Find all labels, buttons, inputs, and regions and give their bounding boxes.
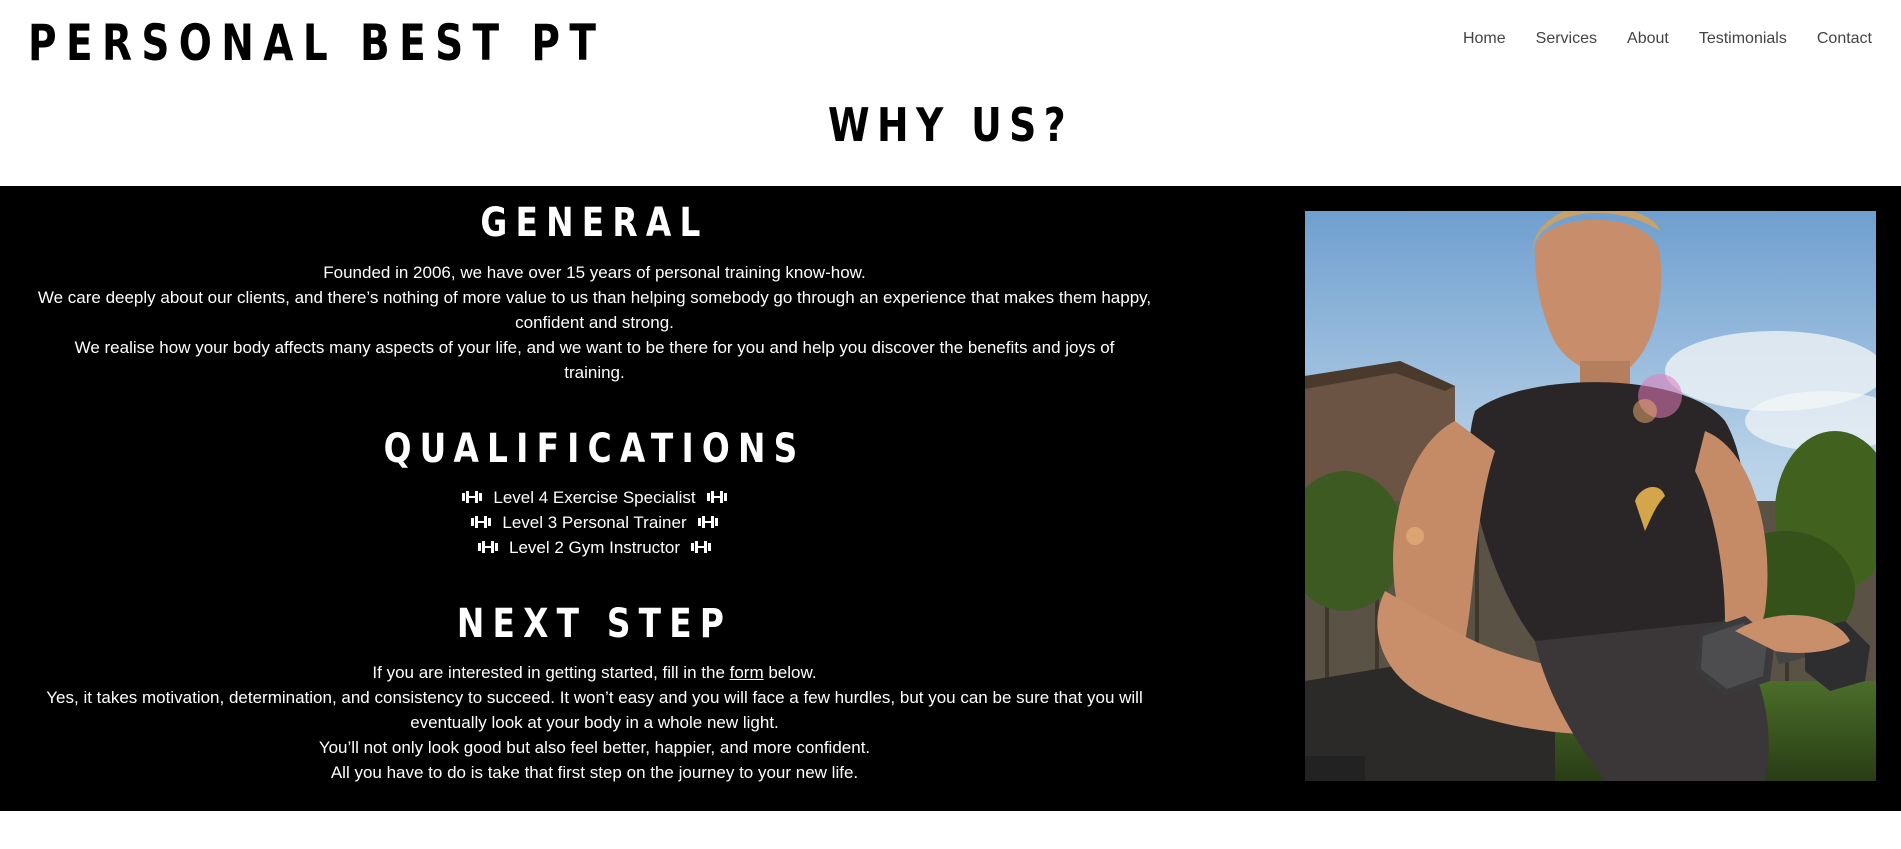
list-item: Level 4 Exercise Specialist (0, 485, 1189, 510)
site-header: PERSONAL BEST PT Home Services About Tes… (0, 0, 1901, 90)
qualifications-list: Level 4 Exercise Specialist Level 3 Pers… (0, 485, 1189, 560)
page-title: WHY US? (828, 98, 1073, 152)
nav-item-testimonials[interactable]: Testimonials (1699, 30, 1787, 48)
dumbbell-icon (706, 491, 727, 503)
dumbbell-icon (471, 516, 492, 528)
list-item: Level 2 Gym Instructor (0, 535, 1189, 560)
next-step-line: All you have to do is take that first st… (330, 763, 859, 782)
trainer-image (1305, 211, 1876, 781)
general-line: We realise how your body affects many as… (74, 338, 1115, 382)
site-logo[interactable]: PERSONAL BEST PT (28, 14, 605, 72)
general-line: Founded in 2006, we have over 15 years o… (323, 263, 866, 282)
dumbbell-icon (462, 491, 483, 503)
general-body: Founded in 2006, we have over 15 years o… (20, 260, 1169, 385)
qualification-label: Level 4 Exercise Specialist (493, 488, 696, 507)
next-step-body: If you are interested in getting started… (15, 660, 1174, 785)
nav-item-about[interactable]: About (1627, 30, 1669, 48)
next-step-line: Yes, it takes motivation, determination,… (46, 688, 1143, 732)
general-heading: GENERAL (480, 200, 709, 246)
main-nav: Home Services About Testimonials Contact (1463, 30, 1872, 48)
nav-item-contact[interactable]: Contact (1817, 30, 1872, 48)
qualifications-heading: QUALIFICATIONS (383, 426, 806, 472)
next-step-heading: NEXT STEP (456, 601, 733, 647)
nav-item-home[interactable]: Home (1463, 30, 1506, 48)
form-link[interactable]: form (730, 663, 764, 682)
dumbbell-icon (477, 541, 498, 553)
next-section-edge (0, 811, 1901, 849)
trainer-photo (1305, 211, 1876, 781)
nav-item-services[interactable]: Services (1536, 30, 1597, 48)
next-step-intro-end: below. (763, 663, 817, 682)
general-line: We care deeply about our clients, and th… (37, 288, 1152, 332)
dumbbell-icon (691, 541, 711, 553)
next-step-line: If you are interested in getting started… (15, 660, 1174, 685)
qualification-label: Level 2 Gym Instructor (508, 538, 680, 557)
why-us-section: GENERAL Founded in 2006, we have over 15… (0, 186, 1901, 811)
next-step-intro: If you are interested in getting started… (372, 663, 730, 682)
list-item: Level 3 Personal Trainer (0, 510, 1189, 535)
dumbbell-icon (697, 516, 718, 528)
next-step-line: You’ll not only look good but also feel … (318, 738, 871, 757)
qualification-label: Level 3 Personal Trainer (502, 513, 687, 532)
